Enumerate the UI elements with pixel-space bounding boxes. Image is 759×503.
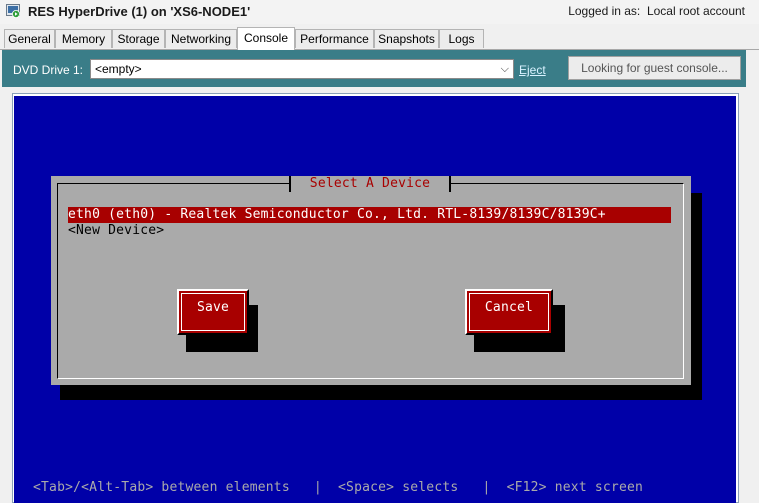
login-label: Logged in as: — [568, 4, 641, 18]
cancel-button-label: Cancel — [469, 293, 549, 331]
tab-performance[interactable]: Performance — [295, 29, 374, 48]
select-device-dialog: Select A Device eth0 (eth0) - Realtek Se… — [51, 176, 691, 385]
device-item-new[interactable]: <New Device> — [68, 223, 164, 239]
guest-console-button[interactable]: Looking for guest console... — [568, 56, 741, 80]
dvd-drive-value: <empty> — [95, 62, 142, 76]
tab-bar: General Memory Storage Networking Consol… — [0, 27, 759, 50]
vm-console[interactable]: Select A Device eth0 (eth0) - Realtek Se… — [14, 96, 736, 503]
dialog-title: Select A Device — [289, 176, 451, 192]
device-item-eth0[interactable]: eth0 (eth0) - Realtek Semiconductor Co.,… — [68, 207, 671, 223]
login-status: Logged in as: Local root account — [568, 4, 745, 18]
tab-networking[interactable]: Networking — [165, 29, 237, 48]
tab-logs[interactable]: Logs — [439, 29, 484, 48]
cancel-button[interactable]: Cancel — [465, 289, 553, 335]
console-toolbar: DVD Drive 1: <empty> ⌵ Eject Looking for… — [2, 50, 746, 87]
eject-link[interactable]: Eject — [519, 63, 546, 77]
dvd-drive-label: DVD Drive 1: — [13, 63, 84, 77]
vm-running-icon — [6, 4, 20, 18]
tab-storage[interactable]: Storage — [112, 29, 165, 48]
console-help-line: <Tab>/<Alt-Tab> between elements | <Spac… — [33, 480, 644, 495]
title-bar: RES HyperDrive (1) on 'XS6-NODE1' Logged… — [0, 0, 759, 24]
tab-general[interactable]: General — [4, 29, 55, 48]
tab-memory[interactable]: Memory — [55, 29, 112, 48]
login-value: Local root account — [646, 4, 745, 18]
tab-console[interactable]: Console — [237, 27, 295, 50]
chevron-down-icon: ⌵ — [500, 63, 509, 75]
save-button[interactable]: Save — [177, 289, 249, 335]
dvd-drive-select[interactable]: <empty> ⌵ — [90, 59, 514, 79]
window-title: RES HyperDrive (1) on 'XS6-NODE1' — [28, 4, 251, 19]
tab-snapshots[interactable]: Snapshots — [374, 29, 439, 48]
save-button-label: Save — [181, 293, 245, 331]
